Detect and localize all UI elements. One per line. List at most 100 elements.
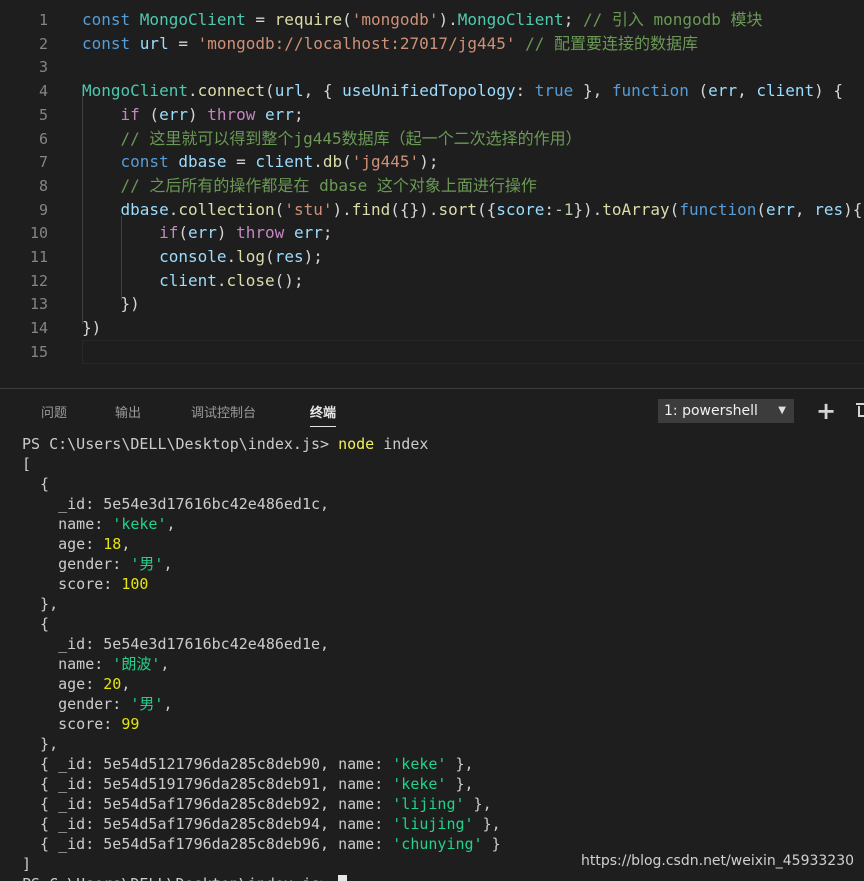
terminal-line: ] (22, 854, 31, 874)
bottom-panel: 问题 输出 调试控制台 终端 1: powershell ▼ + PS C:\U… (0, 388, 864, 881)
code-token: useUnifiedTopology (342, 81, 516, 101)
terminal-token: '朗波' (112, 655, 161, 673)
terminal-token: { _id: 5e54d5af1796da285c8deb94, name: (22, 815, 393, 833)
code-token: . (313, 152, 323, 172)
code-token: }). (573, 199, 603, 219)
terminal-token: , (121, 535, 131, 553)
code-token: err (708, 81, 738, 101)
code-token: 'jg445' (351, 152, 420, 172)
code-token: ( (265, 247, 275, 266)
terminal-token: ] (22, 855, 32, 873)
code-token: ( (139, 104, 160, 124)
code-token: err (766, 199, 795, 219)
code-token: ) { (814, 81, 844, 101)
code-token: , { (303, 81, 343, 101)
trash-bin (858, 406, 864, 417)
terminal-line: PS C:\Users\DELL\Desktop\index.js> node … (22, 434, 428, 454)
code-line: 8 // 之后所有的操作都是在 dbase 这个对象上面进行操作 (0, 174, 864, 198)
terminal-token: , (163, 555, 173, 573)
code-line: 5 if (err) throw err; (0, 103, 864, 127)
code-token: res (274, 247, 304, 266)
code-token: ){ (843, 199, 863, 219)
code-token: }) (82, 318, 102, 338)
terminal-token: }, (22, 735, 59, 753)
terminal-line: age: 18, (22, 534, 130, 554)
terminal-token: PS C:\Users\DELL\Desktop\index.js> (22, 875, 338, 881)
terminal-token: gender: (22, 555, 131, 573)
code-token: if (159, 223, 179, 243)
terminal-token: 'keke' (392, 775, 447, 793)
terminal-cursor (338, 875, 348, 881)
code-line: 11 console.log(res); (0, 245, 864, 269)
line-number: 9 (38, 200, 48, 219)
code-token: const (82, 10, 140, 29)
line-number: 12 (29, 271, 48, 290)
terminal-token: name: (22, 655, 113, 673)
code-token: ({ (476, 199, 497, 219)
terminal-token: }, (446, 775, 474, 793)
code-token: }) (82, 294, 140, 314)
terminal-token: }, (446, 755, 474, 773)
terminal-line: { _id: 5e54d5af1796da285c8deb96, name: '… (22, 834, 501, 854)
code-token: function (611, 81, 689, 101)
trash-lid (856, 403, 864, 405)
tab-debug-console[interactable]: 调试控制台 (191, 402, 256, 421)
terminal-token: 'liujing' (392, 815, 474, 833)
code-token: url (274, 81, 304, 101)
terminal-token: name: (22, 515, 113, 533)
code-token: // 之后所有的操作都是在 dbase 这个对象上面进行操作 (120, 175, 537, 195)
code-token: // 引入 mongodb 模块 (582, 10, 763, 29)
terminal-select-dropdown[interactable]: 1: powershell ▼ (658, 399, 794, 423)
line-number: 11 (29, 248, 48, 266)
code-text: }) (82, 316, 101, 340)
terminal-token: 99 (121, 715, 140, 733)
terminal-token: 'lijing' (392, 795, 465, 813)
code-text: const url = 'mongodb://localhost:27017/j… (82, 32, 698, 56)
code-token: 'mongodb' (351, 10, 439, 29)
terminal-line: }, (22, 594, 58, 614)
code-editor[interactable]: 1 const MongoClient = require('mongodb').… (0, 0, 864, 388)
line-number: 3 (38, 58, 48, 77)
new-terminal-plus-icon[interactable]: + (816, 399, 836, 423)
code-token: . (168, 199, 179, 219)
chevron-down-icon: ▼ (778, 405, 786, 416)
line-number: 6 (38, 129, 48, 148)
code-token: ({}). (390, 199, 439, 219)
tab-problems[interactable]: 问题 (41, 402, 67, 421)
terminal-token: '男' (130, 695, 164, 713)
terminal-token: '男' (130, 555, 164, 573)
terminal-token: { (22, 475, 50, 493)
code-token: err (159, 104, 188, 124)
code-token: ( (265, 81, 275, 101)
code-token: . (226, 247, 237, 266)
code-token: function (679, 199, 757, 219)
terminal-line: gender: '男', (22, 554, 172, 574)
terminal-line: age: 20, (22, 674, 130, 694)
code-text: if(err) throw err; (82, 221, 332, 245)
trash-icon[interactable] (856, 401, 864, 421)
terminal-token: }, (22, 595, 59, 613)
code-token: console (159, 247, 227, 266)
code-token: ( (669, 199, 680, 219)
code-token: true (534, 81, 574, 101)
code-token: client (159, 270, 217, 290)
code-token: db (322, 152, 343, 172)
code-token: const (82, 33, 140, 53)
tab-terminal[interactable]: 终端 (310, 402, 337, 427)
code-token: ; (563, 10, 583, 29)
code-token: // 这里就可以得到整个jg445数据库（起一个二次选择的作用） (120, 128, 582, 148)
code-token: MongoClient (139, 10, 246, 29)
code-text: if (err) throw err; (82, 103, 304, 127)
tab-output[interactable]: 输出 (115, 402, 141, 421)
terminal-token: 20 (103, 675, 122, 693)
line-number: 10 (29, 224, 48, 243)
terminal-token: { _id: 5e54d5191796da285c8deb91, name: (22, 775, 393, 793)
line-number: 5 (38, 105, 48, 124)
code-line: 4 MongoClient.connect(url, { useUnifiedTo… (0, 79, 864, 103)
code-line: 15 (0, 340, 864, 364)
code-line: 9 dbase.collection('stu').find({}).sort(… (0, 198, 864, 222)
code-line: 10 if(err) throw err; (0, 221, 864, 245)
